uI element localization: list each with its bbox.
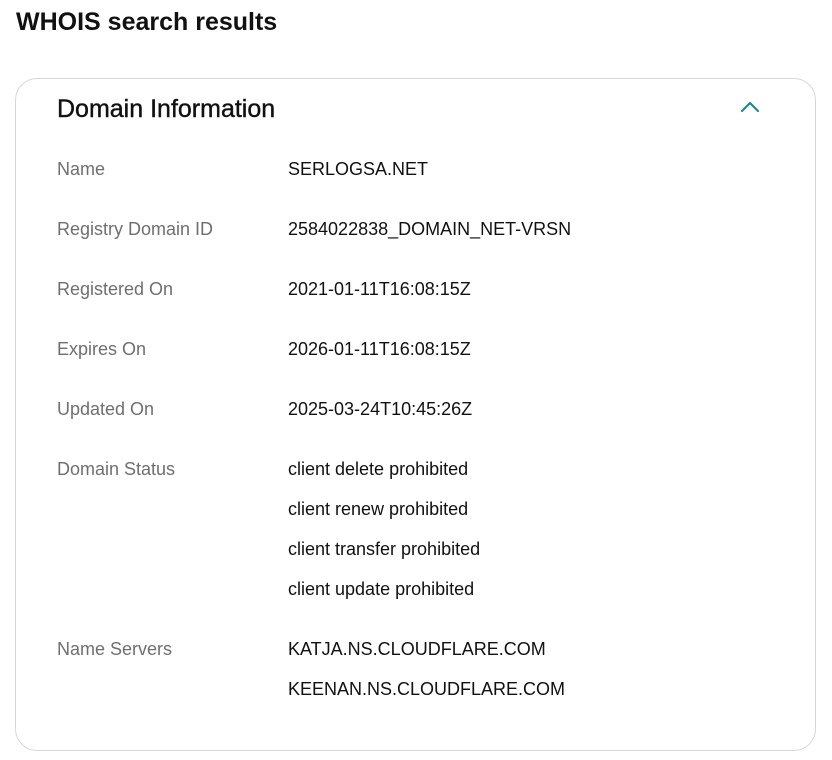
row-registry-domain-id: Registry Domain ID 2584022838_DOMAIN_NET…	[57, 217, 777, 277]
row-name-servers: Name Servers KATJA.NS.CLOUDFLARE.COM KEE…	[57, 637, 777, 737]
domain-status-value: client delete prohibited	[288, 459, 469, 479]
whois-page: WHOIS search results Domain Information …	[0, 0, 832, 760]
name-server-value: KEENAN.NS.CLOUDFLARE.COM	[288, 679, 566, 699]
domain-info-list: Name SERLOGSA.NET Registry Domain ID 258…	[57, 157, 777, 737]
expires-on-value: 2026-01-11T16:08:15Z	[288, 339, 471, 359]
row-label-expires-on: Expires On	[57, 339, 147, 359]
card-header[interactable]: Domain Information	[16, 79, 815, 139]
row-label-domain-status: Domain Status	[57, 459, 176, 479]
row-label-registry-domain-id: Registry Domain ID	[57, 219, 214, 239]
row-domain-status: Domain Status client delete prohibited c…	[57, 457, 777, 637]
name-server-value: KATJA.NS.CLOUDFLARE.COM	[288, 639, 546, 659]
chevron-up-icon[interactable]	[734, 93, 766, 121]
domain-status-value: client transfer prohibited	[288, 539, 481, 559]
domain-information-card: Domain Information Name SERLOGSA.NET Reg…	[15, 78, 816, 751]
row-label-registered-on: Registered On	[57, 279, 174, 299]
row-updated-on: Updated On 2025-03-24T10:45:26Z	[57, 397, 777, 457]
row-label-name-servers: Name Servers	[57, 639, 173, 659]
row-label-name: Name	[57, 159, 106, 179]
domain-status-value: client renew prohibited	[288, 499, 469, 519]
updated-on-value: 2025-03-24T10:45:26Z	[288, 399, 473, 419]
registry-domain-id-value: 2584022838_DOMAIN_NET-VRSN	[288, 219, 572, 239]
chevron-up-icon-svg	[740, 101, 760, 113]
row-registered-on: Registered On 2021-01-11T16:08:15Z	[57, 277, 777, 337]
card-title: Domain Information	[57, 95, 276, 123]
domain-name-value: SERLOGSA.NET	[288, 159, 429, 179]
row-expires-on: Expires On 2026-01-11T16:08:15Z	[57, 337, 777, 397]
row-label-updated-on: Updated On	[57, 399, 155, 419]
domain-status-value: client update prohibited	[288, 579, 475, 599]
registered-on-value: 2021-01-11T16:08:15Z	[288, 279, 471, 299]
page-title: WHOIS search results	[16, 8, 278, 36]
row-name: Name SERLOGSA.NET	[57, 157, 777, 217]
